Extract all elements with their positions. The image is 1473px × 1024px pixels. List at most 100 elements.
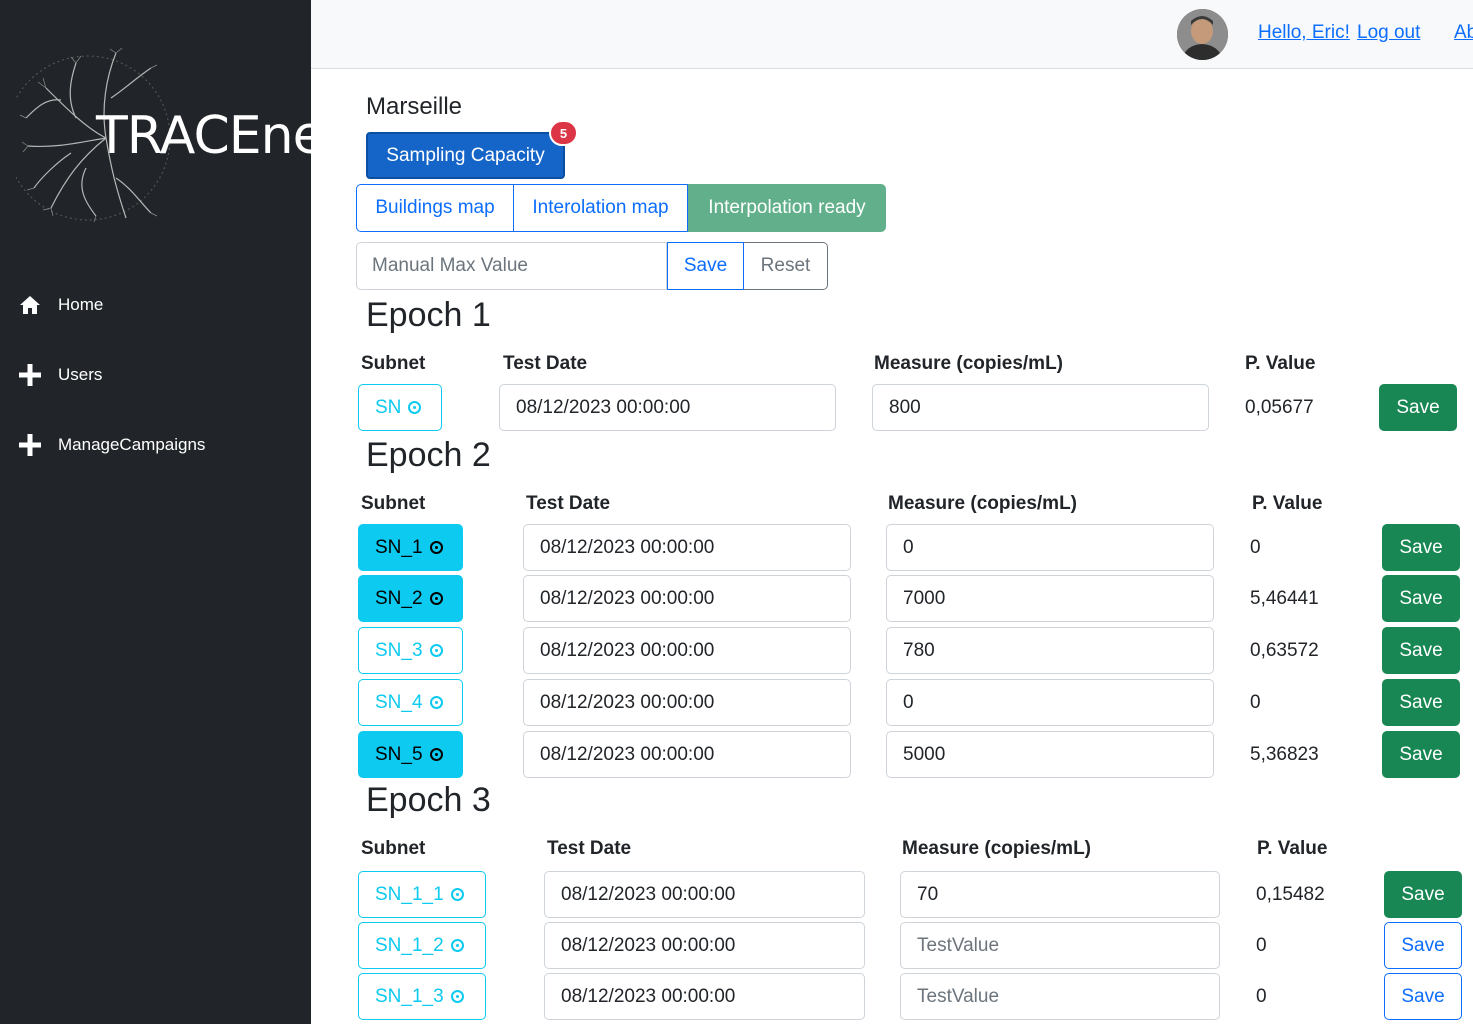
column-header-measure: Measure (copies/mL) <box>888 493 1077 514</box>
subnet-button[interactable]: SN_2 <box>358 575 463 622</box>
column-header-pvalue: P. Value <box>1252 493 1323 514</box>
epoch-title: Epoch 3 <box>366 781 491 819</box>
column-header-measure: Measure (copies/mL) <box>902 838 1091 859</box>
subnet-label: SN_1_2 <box>375 934 444 956</box>
test-date-field[interactable]: 08/12/2023 00:00:00 <box>523 731 851 778</box>
pvalue-text: 5,36823 <box>1250 744 1319 765</box>
column-header-test-date: Test Date <box>526 493 611 514</box>
subnet-label: SN_1_3 <box>375 985 444 1007</box>
test-date-field[interactable]: 08/12/2023 00:00:00 <box>544 973 865 1020</box>
target-icon <box>450 939 464 952</box>
row-save-button[interactable]: Save <box>1382 524 1460 571</box>
column-header-subnet: Subnet <box>361 493 426 514</box>
target-icon <box>408 401 422 414</box>
column-header-subnet: Subnet <box>361 353 426 374</box>
test-date-field[interactable]: 08/12/2023 00:00:00 <box>544 922 865 969</box>
subnet-label: SN_3 <box>375 639 423 661</box>
city-title: Marseille <box>366 93 463 120</box>
notification-badge: 5 <box>549 120 578 146</box>
column-header-pvalue: P. Value <box>1257 838 1328 859</box>
epoch-title: Epoch 2 <box>366 436 491 474</box>
buildings-map-button[interactable]: Buildings map <box>356 184 514 232</box>
sidebar-item-home[interactable]: Home <box>18 293 103 317</box>
sidebar-item-label: Users <box>58 365 103 384</box>
measure-field[interactable]: TestValue <box>900 922 1220 969</box>
subnet-button[interactable]: SN_1_3 <box>358 973 486 1020</box>
hello-user-link[interactable]: Hello, Eric! <box>1258 22 1350 44</box>
subnet-label: SN <box>375 396 402 418</box>
column-header-pvalue: P. Value <box>1245 353 1316 374</box>
column-header-test-date: Test Date <box>503 353 588 374</box>
max-value-save-button[interactable]: Save <box>667 242 744 290</box>
pvalue-text: 0 <box>1256 935 1267 956</box>
logo-text: TRACEnet <box>96 106 311 166</box>
subnet-label: SN_1_1 <box>375 883 444 905</box>
row-save-button[interactable]: Save <box>1382 627 1460 674</box>
interpolation-map-button[interactable]: Interolation map <box>514 184 688 232</box>
measure-field[interactable]: 70 <box>900 871 1220 918</box>
target-icon <box>429 748 443 761</box>
target-icon <box>429 592 443 605</box>
measure-field[interactable]: 0 <box>886 679 1214 726</box>
plus-icon <box>18 363 42 387</box>
manual-max-value-input[interactable] <box>356 242 667 290</box>
subnet-label: SN_5 <box>375 743 423 765</box>
subnet-button[interactable]: SN_4 <box>358 679 463 726</box>
pvalue-text: 0 <box>1250 537 1261 558</box>
measure-field[interactable]: 0 <box>886 524 1214 571</box>
target-icon <box>450 888 464 901</box>
measure-field[interactable]: 7000 <box>886 575 1214 622</box>
subnet-button[interactable]: SN_1_2 <box>358 922 486 969</box>
pvalue-text: 0,05677 <box>1245 397 1314 418</box>
row-save-button[interactable]: Save <box>1379 384 1457 431</box>
max-value-group: Save Reset <box>356 242 828 290</box>
sidebar-item-label: Home <box>58 295 104 314</box>
row-save-button[interactable]: Save <box>1384 871 1462 918</box>
subnet-label: SN_2 <box>375 587 423 609</box>
test-date-field[interactable]: 08/12/2023 00:00:00 <box>523 575 851 622</box>
subnet-button[interactable]: SN_1_1 <box>358 871 486 918</box>
logout-link[interactable]: Log out <box>1357 22 1420 44</box>
target-icon <box>429 644 443 657</box>
interpolation-ready-button[interactable]: Interpolation ready <box>688 184 886 232</box>
row-save-button[interactable]: Save <box>1382 575 1460 622</box>
avatar <box>1177 9 1228 60</box>
row-save-button[interactable]: Save <box>1382 679 1460 726</box>
pvalue-text: 0 <box>1250 692 1261 713</box>
about-link[interactable]: Ab <box>1454 22 1473 44</box>
subnet-label: SN_4 <box>375 691 423 713</box>
pvalue-text: 0,63572 <box>1250 640 1319 661</box>
sidebar-item-users[interactable]: Users <box>18 363 102 387</box>
column-header-subnet: Subnet <box>361 838 426 859</box>
column-header-test-date: Test Date <box>547 838 632 859</box>
row-save-button[interactable]: Save <box>1382 731 1460 778</box>
plus-icon <box>18 433 42 457</box>
measure-field[interactable]: 800 <box>872 384 1209 431</box>
subnet-button[interactable]: SN_5 <box>358 731 463 778</box>
pvalue-text: 0,15482 <box>1256 884 1325 905</box>
test-date-field[interactable]: 08/12/2023 00:00:00 <box>523 627 851 674</box>
measure-field[interactable]: TestValue <box>900 973 1220 1020</box>
target-icon <box>429 696 443 709</box>
row-save-button[interactable]: Save <box>1384 922 1462 969</box>
row-save-button[interactable]: Save <box>1384 973 1462 1020</box>
map-button-group: Buildings map Interolation map Interpola… <box>356 184 886 232</box>
subnet-button[interactable]: SN_1 <box>358 524 463 571</box>
test-date-field[interactable]: 08/12/2023 00:00:00 <box>523 679 851 726</box>
subnet-button[interactable]: SN_3 <box>358 627 463 674</box>
test-date-field[interactable]: 08/12/2023 00:00:00 <box>544 871 865 918</box>
target-icon <box>450 990 464 1003</box>
pvalue-text: 5,46441 <box>1250 588 1319 609</box>
max-value-reset-button[interactable]: Reset <box>744 242 828 290</box>
tracenet-logo[interactable]: TRACEnet <box>16 38 311 228</box>
measure-field[interactable]: 780 <box>886 627 1214 674</box>
home-icon <box>18 293 42 317</box>
test-date-field[interactable]: 08/12/2023 00:00:00 <box>499 384 836 431</box>
test-date-field[interactable]: 08/12/2023 00:00:00 <box>523 524 851 571</box>
sidebar: TRACEnet Home Users ManageCampaigns <box>0 0 311 1024</box>
subnet-label: SN_1 <box>375 536 423 558</box>
sampling-capacity-button[interactable]: Sampling Capacity <box>366 132 565 179</box>
subnet-button[interactable]: SN <box>358 384 442 431</box>
sidebar-item-managecampaigns[interactable]: ManageCampaigns <box>18 433 205 457</box>
measure-field[interactable]: 5000 <box>886 731 1214 778</box>
